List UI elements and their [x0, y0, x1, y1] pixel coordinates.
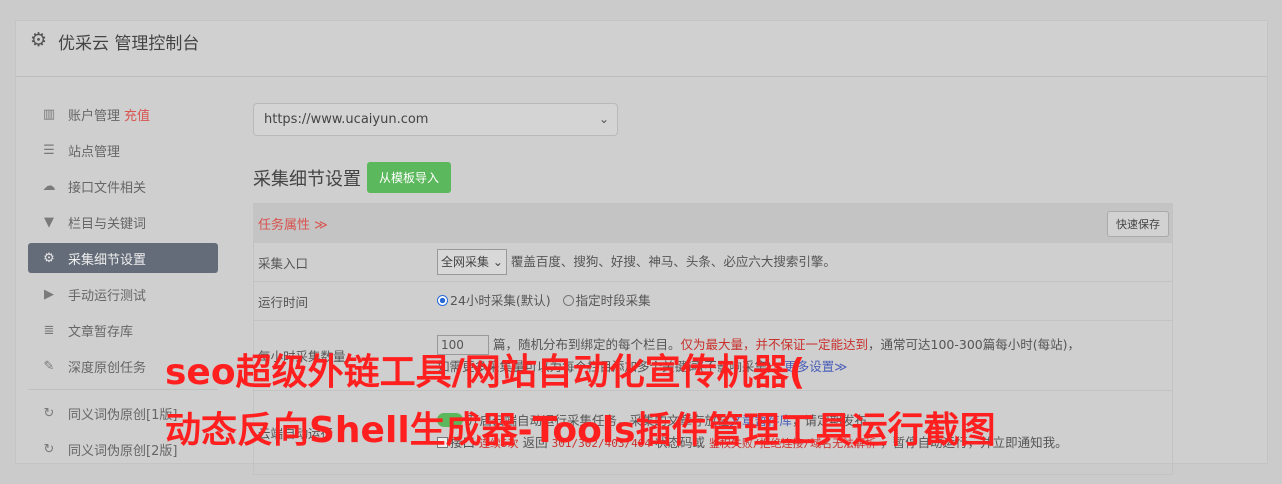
row-label: 云端自动运行: [258, 426, 334, 441]
sidebar: ▥ 账户管理 充值 ☰ 站点管理 ☁ 接口文件相关 ▼ 栏目与关键词 ⚙ 采集细…: [28, 99, 218, 470]
sidebar-item-categories-keywords[interactable]: ▼ 栏目与关键词: [28, 207, 218, 237]
import-template-button[interactable]: 从模板导入: [367, 162, 452, 193]
hourly-count-input[interactable]: 100: [437, 334, 489, 355]
count-line2: 如需更多采集量可以为每个栏目添加多个关键词(不影响采集)，: [437, 358, 785, 374]
header: ⚙ 优采云 管理控制台: [16, 21, 1267, 77]
error-pause-checkbox[interactable]: [437, 437, 448, 448]
section-title-row: 采集细节设置 从模板导入: [253, 162, 1173, 193]
sidebar-item-interface-files[interactable]: ☁ 接口文件相关: [28, 171, 218, 201]
radio-24h[interactable]: [437, 295, 448, 306]
row-hourly-count: 每小时采集数量 100 篇，随机分布到绑定的每个栏目。仅为最大量，并不保证一定能…: [254, 320, 1172, 390]
sidebar-item-account[interactable]: ▥ 账户管理 充值: [28, 99, 218, 129]
radio-scheduled[interactable]: [562, 295, 574, 306]
err-chk-label: 接口: [450, 435, 476, 450]
sidebar-item-sites[interactable]: ☰ 站点管理: [28, 135, 218, 165]
count-warning: 仅为最大量，并不保证一定能达到: [680, 336, 869, 352]
sidebar-item-label: 栏目与关键词: [68, 216, 147, 232]
edit-icon: ✎: [43, 358, 55, 374]
panel-title[interactable]: 任务属性 ≫: [258, 214, 328, 233]
sidebar-item-label: 同义词伪原创[2版]: [68, 443, 178, 459]
page-background: ⚙ 优采云 管理控制台 ▥ 账户管理 充值 ☰ 站点管理 ☁ 接口文件相关 ▼ …: [0, 0, 1282, 484]
sidebar-item-label: 同义词伪原创[1版]: [68, 407, 178, 423]
refresh-icon: ↻: [43, 405, 55, 421]
row-label: 采集入口: [258, 255, 309, 271]
server-icon: ☰: [43, 142, 55, 158]
main-content: https://www.ucaiyun.com ⌄ 采集细节设置 从模板导入 任…: [253, 103, 1173, 475]
panel-header: 任务属性 ≫ 快速保存: [254, 204, 1172, 242]
err-codes: 301/302/403/404: [551, 437, 651, 450]
sidebar-item-label: 接口文件相关: [68, 180, 147, 196]
radio-24h-label: 24小时采集(默认): [450, 293, 551, 308]
count-desc2: ，通常可达100-300篇每小时(每站)，: [868, 336, 1080, 352]
cloud-upload-icon: ☁: [42, 178, 56, 194]
section-title: 采集细节设置: [253, 168, 361, 190]
radio-scheduled-label: 指定时段采集: [575, 293, 651, 308]
sidebar-item-article-store[interactable]: ≣ 文章暂存库: [28, 315, 218, 345]
sidebar-item-label: 文章暂存库: [68, 324, 134, 340]
entry-description: 覆盖百度、搜狗、好搜、神马、头条、必应六大搜索引擎。: [510, 254, 836, 269]
sidebar-item-label: 站点管理: [68, 144, 121, 160]
err-mid2: 状态码或: [654, 435, 705, 450]
play-circle-icon: ▶: [44, 286, 54, 302]
sidebar-item-manual-run[interactable]: ▶ 手动运行测试: [28, 279, 218, 309]
bar-chart-icon: ▥: [42, 106, 56, 122]
site-select[interactable]: https://www.ucaiyun.com ⌄: [253, 103, 618, 136]
auto-desc: 开启云端自动运行采集任务，采集的文章存放在: [467, 413, 730, 428]
err-tail: ，暂停自动运行，并立即通知我。: [880, 435, 1068, 450]
chevron-down-icon: ⌄: [598, 112, 609, 126]
sidebar-item-deep-original[interactable]: ✎ 深度原创任务: [28, 351, 218, 381]
err-mid: 返回: [522, 435, 548, 450]
row-label: 运行时间: [258, 294, 309, 310]
sidebar-item-label: 深度原创任务: [68, 360, 147, 376]
sidebar-item-label: 账户管理: [68, 108, 121, 124]
row-label: 每小时采集数量: [258, 349, 346, 364]
sidebar-item-label: 手动运行测试: [68, 288, 147, 304]
console-window: ⚙ 优采云 管理控制台 ▥ 账户管理 充值 ☰ 站点管理 ☁ 接口文件相关 ▼ …: [15, 20, 1268, 475]
recharge-link[interactable]: 充值: [124, 105, 150, 124]
task-properties-panel: 任务属性 ≫ 快速保存 采集入口 全网采集 ⌄ 覆盖百度、搜狗、好搜、神马、头条…: [253, 203, 1173, 475]
article-store-link[interactable]: 文章暂存库: [730, 413, 793, 428]
err-red2: 鉴权失败/拒绝连接/域名无法解析: [708, 437, 877, 450]
row-collect-entry: 采集入口 全网采集 ⌄ 覆盖百度、搜狗、好搜、神马、头条、必应六大搜索引擎。: [254, 242, 1172, 281]
database-icon: ≣: [43, 322, 55, 338]
quick-save-button[interactable]: 快速保存: [1107, 211, 1169, 237]
sidebar-divider: [28, 389, 218, 390]
entry-select-value: 全网采集: [441, 255, 490, 269]
sidebar-item-synonym-v2[interactable]: ↻ 同义词伪原创[2版]: [28, 434, 218, 464]
filter-icon: ▼: [44, 214, 54, 230]
cogs-icon: ⚙: [43, 250, 55, 266]
sidebar-item-label: 采集细节设置: [68, 252, 147, 268]
gear-icon[interactable]: ⚙: [30, 29, 47, 51]
auto-run-toggle[interactable]: [437, 413, 463, 427]
entry-select[interactable]: 全网采集 ⌄: [437, 249, 507, 275]
row-run-time: 运行时间 24小时采集(默认) 指定时段采集: [254, 281, 1172, 320]
more-settings-link[interactable]: 更多设置≫: [784, 359, 847, 374]
sidebar-item-collect-settings[interactable]: ⚙ 采集细节设置: [28, 243, 218, 273]
page-title: 优采云 管理控制台: [58, 34, 200, 54]
row-auto-run: 云端自动运行 开启云端自动运行采集任务，采集的文章存放在文章暂存库，请定期发布。…: [254, 390, 1172, 474]
count-desc1: 篇，随机分布到绑定的每个栏目。: [492, 336, 681, 352]
sidebar-item-synonym-v1[interactable]: ↻ 同义词伪原创[1版]: [28, 398, 218, 428]
site-select-value: https://www.ucaiyun.com: [264, 112, 429, 127]
auto-desc2: ，请定期发布。: [792, 413, 880, 428]
err-red1: 连续5次: [479, 437, 519, 450]
refresh-icon: ↻: [43, 441, 55, 457]
